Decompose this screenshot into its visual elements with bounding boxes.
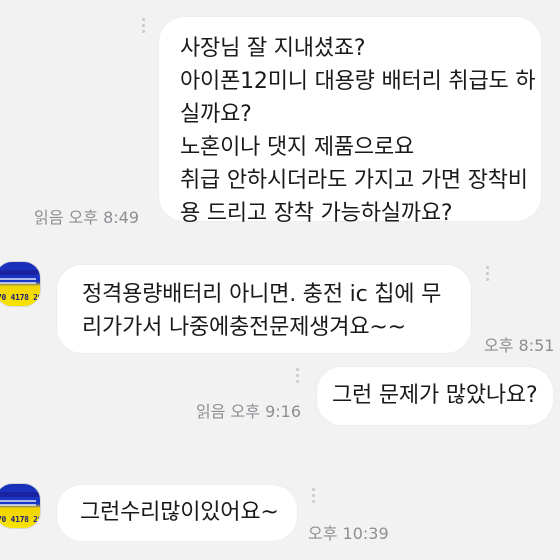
message-line: 사장님 잘 지내셨죠? bbox=[180, 36, 366, 61]
message-time: 오후 9:16 bbox=[230, 402, 302, 421]
more-options-icon[interactable] bbox=[312, 488, 316, 506]
message-bubble-received[interactable]: 그런수리많이있어요~ bbox=[56, 484, 298, 542]
message-time: 오후 8:51 bbox=[484, 336, 555, 355]
message-bubble-sent[interactable]: 그런 문제가 많았나요? bbox=[316, 366, 554, 426]
message-bubble-received[interactable]: 정격용량배터리 아니면. 충전 ic 칩에 무 리가가서 나중에충전문제생겨요~… bbox=[56, 264, 472, 354]
message-line: 그런 문제가 많았나요? bbox=[332, 383, 538, 408]
more-options-icon[interactable] bbox=[296, 368, 300, 386]
more-options-icon[interactable] bbox=[486, 266, 490, 284]
message-time: 오후 8:49 bbox=[68, 208, 140, 227]
message-line: 용 드리고 장착 가능하실까요? bbox=[180, 201, 453, 226]
avatar-phone-text: 70 4178 2077 bbox=[0, 293, 40, 302]
message-line: 그런수리많이있어요~ bbox=[80, 500, 279, 525]
chat-thread: 사장님 잘 지내셨죠? 아이폰12미니 대용량 배터리 취급도 하 실까요? 노… bbox=[0, 0, 560, 560]
message-meta: 읽음 오후 9:16 bbox=[196, 398, 301, 422]
message-line: 리가가서 나중에충전문제생겨요~~ bbox=[82, 315, 406, 340]
avatar[interactable]: 70 4178 2077 bbox=[0, 262, 40, 306]
message-meta: 읽음 오후 8:49 bbox=[34, 204, 139, 228]
message-line: 노혼이나 댓지 제품으로요 bbox=[180, 135, 415, 160]
message-line: 취급 안하시더라도 가지고 가면 장착비 bbox=[180, 168, 528, 193]
avatar[interactable]: 70 4178 2077 bbox=[0, 484, 40, 528]
more-options-icon[interactable] bbox=[142, 18, 146, 36]
message-time: 오후 10:39 bbox=[308, 524, 389, 543]
message-line: 실까요? bbox=[180, 102, 252, 127]
avatar-phone-text: 70 4178 2077 bbox=[0, 515, 40, 524]
read-receipt: 읽음 bbox=[196, 402, 226, 421]
message-line: 정격용량배터리 아니면. 충전 ic 칩에 무 bbox=[82, 282, 442, 307]
message-bubble-sent[interactable]: 사장님 잘 지내셨죠? 아이폰12미니 대용량 배터리 취급도 하 실까요? 노… bbox=[158, 16, 542, 226]
message-line: 아이폰12미니 대용량 배터리 취급도 하 bbox=[180, 69, 536, 94]
read-receipt: 읽음 bbox=[34, 208, 64, 227]
